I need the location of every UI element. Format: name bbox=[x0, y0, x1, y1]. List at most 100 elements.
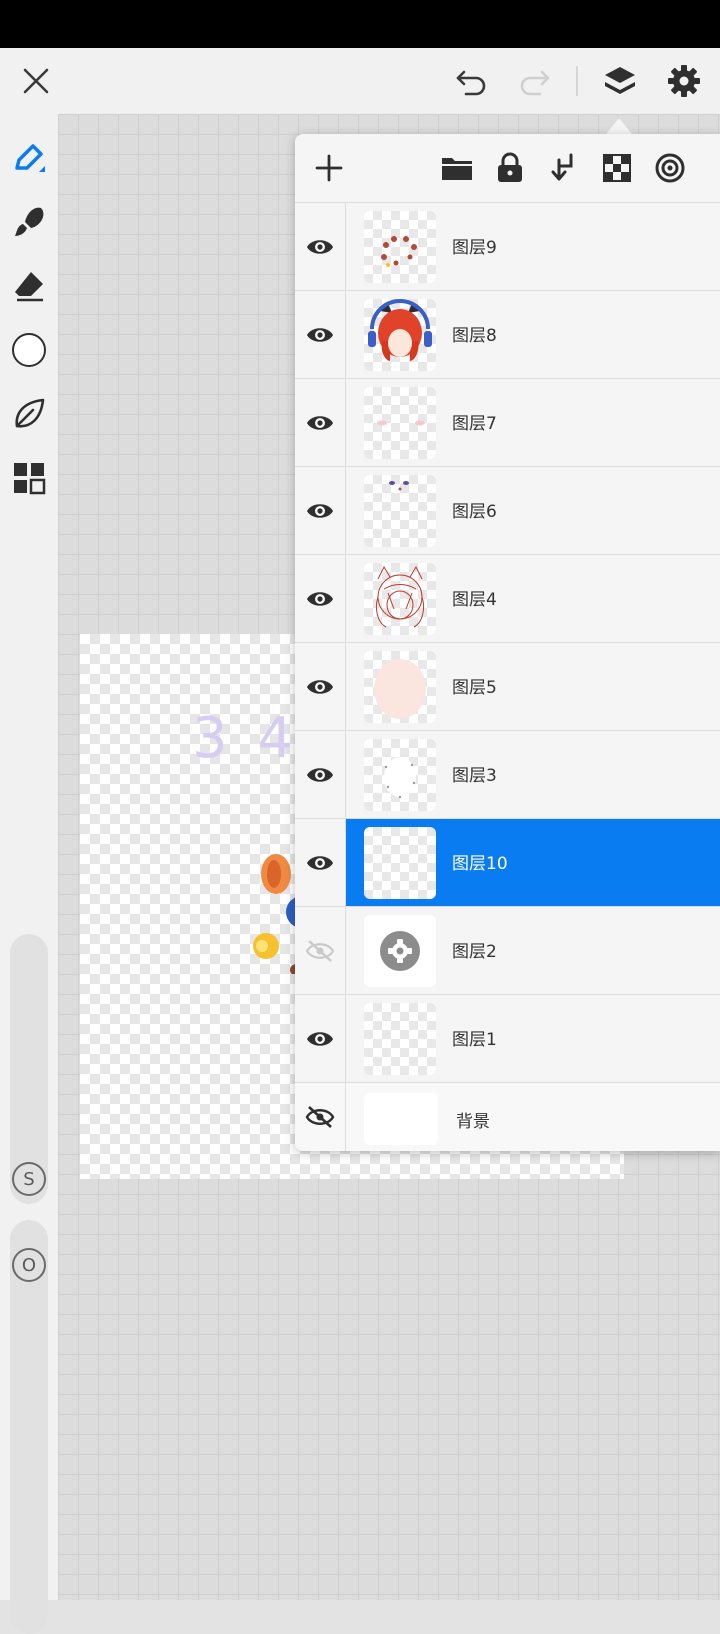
layer-name: 图层9 bbox=[452, 238, 497, 258]
add-folder-button[interactable] bbox=[433, 144, 481, 192]
layers-panel-toolbar bbox=[295, 134, 720, 202]
layer-body[interactable]: 图层8 bbox=[346, 291, 720, 379]
close-icon bbox=[23, 68, 49, 94]
merge-down-button[interactable] bbox=[540, 144, 588, 192]
close-button[interactable] bbox=[12, 57, 60, 105]
grid-tool[interactable] bbox=[5, 454, 53, 502]
visibility-toggle[interactable] bbox=[295, 819, 345, 907]
layer-body[interactable]: 图层10 bbox=[346, 819, 720, 907]
layer-body[interactable]: 背景 bbox=[346, 1083, 720, 1151]
gear-icon bbox=[668, 65, 700, 97]
layer-name: 图层8 bbox=[452, 326, 497, 346]
visibility-toggle[interactable] bbox=[295, 291, 345, 379]
visibility-toggle[interactable] bbox=[295, 467, 345, 555]
undo-button[interactable] bbox=[448, 57, 496, 105]
toolbar-divider bbox=[576, 66, 578, 96]
tool-sidebar: S O bbox=[0, 114, 58, 1634]
layer-name: 图层1 bbox=[452, 1030, 497, 1050]
add-layer-button[interactable] bbox=[305, 144, 353, 192]
layer-body[interactable]: 图层6 bbox=[346, 467, 720, 555]
layer-thumbnail bbox=[364, 739, 436, 811]
layer-name: 图层6 bbox=[452, 502, 497, 522]
brush-icon bbox=[15, 207, 44, 236]
visibility-toggle[interactable] bbox=[295, 907, 345, 995]
layer-thumbnail bbox=[364, 299, 436, 371]
visibility-toggle[interactable] bbox=[295, 379, 345, 467]
color-circle-icon bbox=[12, 333, 46, 367]
layer-row[interactable]: 图层2 bbox=[295, 907, 720, 995]
transparency-button[interactable] bbox=[593, 144, 641, 192]
visibility-toggle[interactable] bbox=[295, 555, 345, 643]
layer-row-selected[interactable]: 图层10 bbox=[295, 819, 720, 907]
layer-name: 图层5 bbox=[452, 678, 497, 698]
eye-icon bbox=[307, 768, 333, 782]
eye-icon bbox=[307, 328, 333, 342]
status-bar bbox=[0, 0, 720, 48]
leaf-tool[interactable] bbox=[5, 390, 53, 438]
eye-icon bbox=[307, 1032, 333, 1046]
layer-name: 图层7 bbox=[452, 414, 497, 434]
layer-body[interactable]: 图层7 bbox=[346, 379, 720, 467]
layer-thumbnail bbox=[364, 651, 436, 723]
size-slider-handle[interactable]: S bbox=[5, 1155, 53, 1203]
layer-thumbnail bbox=[364, 475, 436, 547]
settings-button[interactable] bbox=[660, 57, 708, 105]
layer-row[interactable]: 图层9 bbox=[295, 203, 720, 291]
top-toolbar bbox=[0, 48, 720, 114]
layer-thumbnail bbox=[364, 827, 436, 899]
layer-row[interactable]: 图层7 bbox=[295, 379, 720, 467]
layer-name: 背景 bbox=[456, 1112, 490, 1132]
layer-body[interactable]: 图层4 bbox=[346, 555, 720, 643]
redo-button[interactable] bbox=[510, 57, 558, 105]
layer-row[interactable]: 图层4 bbox=[295, 555, 720, 643]
layer-name: 图层2 bbox=[452, 942, 497, 962]
layer-row[interactable]: 图层8 bbox=[295, 291, 720, 379]
folder-icon bbox=[442, 158, 472, 180]
layer-row[interactable]: 图层6 bbox=[295, 467, 720, 555]
undo-icon bbox=[456, 70, 486, 96]
eye-icon bbox=[307, 680, 333, 694]
leaf-icon bbox=[15, 398, 45, 428]
layer-name: 图层10 bbox=[452, 854, 508, 874]
eye-icon bbox=[307, 416, 333, 430]
layer-row[interactable]: 图层3 bbox=[295, 731, 720, 819]
layers-button[interactable] bbox=[596, 57, 644, 105]
layer-effects-button[interactable] bbox=[646, 144, 694, 192]
visibility-toggle[interactable] bbox=[295, 643, 345, 731]
checker-icon bbox=[603, 154, 631, 182]
layer-row[interactable]: 图层1 bbox=[295, 995, 720, 1083]
opacity-slider-handle[interactable]: O bbox=[5, 1241, 53, 1289]
layer-body[interactable]: 图层9 bbox=[346, 203, 720, 291]
opacity-label: O bbox=[12, 1248, 46, 1282]
background-layer-row[interactable]: 背景 bbox=[295, 1083, 720, 1151]
layer-row[interactable]: 图层5 bbox=[295, 643, 720, 731]
eye-off-icon bbox=[305, 940, 335, 962]
eraser-tool[interactable] bbox=[5, 262, 53, 310]
layer-body[interactable]: 图层2 bbox=[346, 907, 720, 995]
plus-icon bbox=[315, 154, 343, 182]
layer-name: 图层3 bbox=[452, 766, 497, 786]
eye-icon bbox=[307, 856, 333, 870]
layer-thumbnail bbox=[364, 211, 436, 283]
color-picker-tool[interactable] bbox=[5, 326, 53, 374]
layer-thumbnail bbox=[364, 387, 436, 459]
grid-icon bbox=[14, 463, 46, 495]
layer-body[interactable]: 图层1 bbox=[346, 995, 720, 1083]
eraser-icon bbox=[15, 272, 43, 302]
layer-body[interactable]: 图层5 bbox=[346, 643, 720, 731]
brush-tool[interactable] bbox=[5, 198, 53, 246]
visibility-toggle[interactable] bbox=[295, 203, 345, 291]
visibility-toggle[interactable] bbox=[295, 995, 345, 1083]
visibility-toggle[interactable] bbox=[295, 731, 345, 819]
visibility-toggle[interactable] bbox=[295, 1083, 345, 1151]
layer-name: 图层4 bbox=[452, 590, 497, 610]
layers-icon bbox=[605, 67, 635, 94]
panel-pointer bbox=[606, 118, 632, 134]
layer-thumbnail bbox=[364, 915, 436, 987]
canvas-handwriting: 3 4 bbox=[192, 706, 300, 771]
pen-tool[interactable] bbox=[5, 134, 53, 182]
lock-layer-button[interactable] bbox=[486, 144, 534, 192]
lock-icon bbox=[498, 152, 522, 182]
redo-icon bbox=[520, 70, 550, 96]
layer-body[interactable]: 图层3 bbox=[346, 731, 720, 819]
